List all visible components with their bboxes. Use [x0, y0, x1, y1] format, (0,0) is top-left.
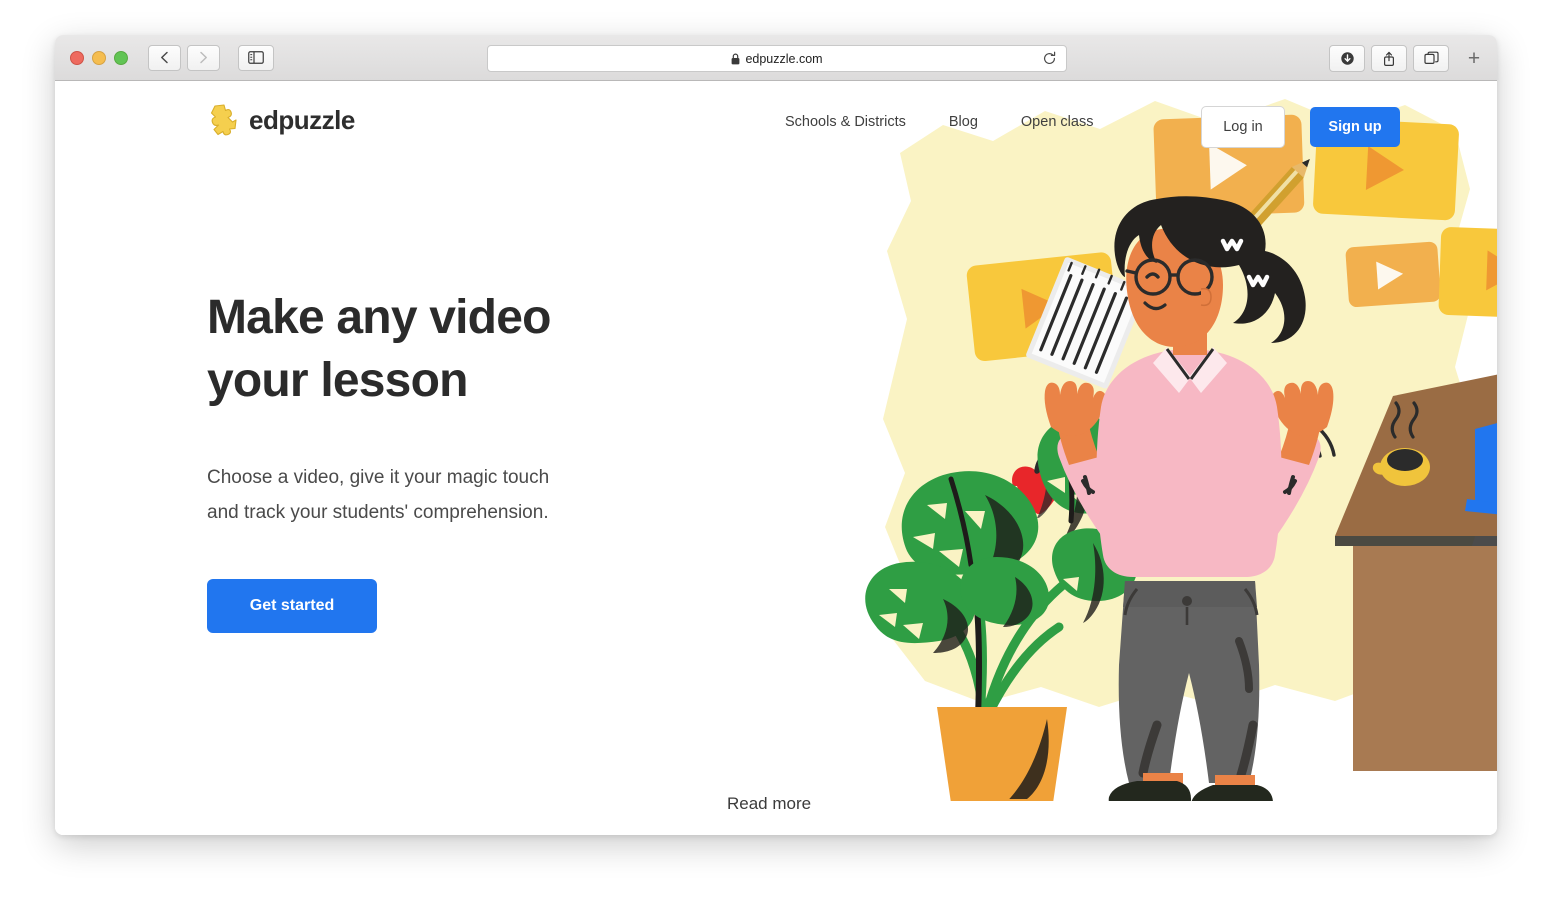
address-bar[interactable]: edpuzzle.com: [487, 45, 1067, 72]
lock-icon: [732, 53, 740, 64]
share-button[interactable]: [1371, 45, 1407, 72]
downloads-button[interactable]: [1329, 45, 1365, 72]
auth-buttons: Log in Sign up: [1201, 106, 1400, 148]
window-traffic-lights: [70, 50, 128, 65]
plant-pot: [937, 707, 1067, 801]
screenshot-root: edpuzzle.com + edpuzzle Schools & Distri…: [0, 0, 1552, 909]
hero-illustration: [815, 81, 1497, 801]
nav-item-blog[interactable]: Blog: [949, 114, 978, 130]
sidebar-toggle-button[interactable]: [238, 44, 274, 71]
character-torso: [1096, 347, 1282, 577]
new-tab-label: +: [1467, 46, 1481, 70]
minimize-window-button[interactable]: [92, 50, 106, 65]
primary-nav: Schools & Districts Blog Open class: [785, 114, 1093, 130]
close-window-button[interactable]: [70, 50, 84, 65]
get-started-button[interactable]: Get started: [207, 579, 377, 633]
hero-illustration-svg: [865, 99, 1497, 801]
nav-item-open-class[interactable]: Open class: [1021, 114, 1094, 130]
sidebar-toggle-icon: [248, 51, 264, 64]
tab-overview-button[interactable]: [1413, 45, 1449, 72]
hero-title-line-2: your lesson: [207, 354, 468, 408]
video-card-4: [1345, 241, 1441, 308]
nav-item-schools-districts[interactable]: Schools & Districts: [785, 114, 906, 130]
hero-title: Make any video your lesson: [207, 286, 627, 413]
read-more-link[interactable]: Read more: [727, 794, 811, 814]
reload-icon: [1044, 51, 1056, 64]
back-chevron-icon: [161, 51, 168, 64]
address-bar-content: edpuzzle.com: [731, 51, 823, 66]
browser-nav-buttons: [148, 44, 220, 71]
reload-button[interactable]: [1041, 50, 1058, 67]
tab-overview-icon: [1423, 51, 1439, 65]
puzzle-piece-icon: [210, 104, 237, 136]
zoom-window-button[interactable]: [114, 50, 128, 65]
new-tab-button[interactable]: +: [1463, 47, 1485, 69]
video-card-5: [1438, 227, 1497, 320]
address-bar-url: edpuzzle.com: [745, 51, 823, 66]
downloads-icon: [1340, 52, 1354, 65]
browser-window: edpuzzle.com + edpuzzle Schools & Distri…: [55, 35, 1497, 835]
log-in-button[interactable]: Log in: [1201, 106, 1285, 148]
browser-titlebar: edpuzzle.com +: [55, 35, 1497, 81]
share-icon: [1383, 51, 1395, 66]
web-page: edpuzzle Schools & Districts Blog Open c…: [55, 81, 1497, 835]
back-button[interactable]: [148, 44, 181, 71]
hero-subtitle: Choose a video, give it your magic touch…: [207, 466, 550, 523]
hero-section: Make any video your lesson Choose a vide…: [207, 286, 627, 633]
sign-up-button[interactable]: Sign up: [1310, 107, 1400, 147]
forward-button[interactable]: [187, 44, 220, 71]
site-header: edpuzzle Schools & Districts Blog Open c…: [55, 81, 1497, 181]
edpuzzle-logo-text: edpuzzle: [249, 104, 355, 135]
hero-title-line-1: Make any video: [207, 291, 551, 344]
forward-chevron-icon: [200, 51, 207, 64]
browser-toolbar-right: [1329, 45, 1449, 72]
edpuzzle-logo[interactable]: edpuzzle: [207, 103, 355, 137]
